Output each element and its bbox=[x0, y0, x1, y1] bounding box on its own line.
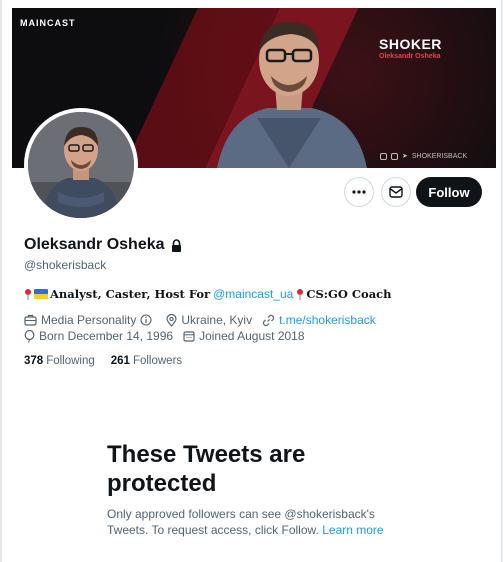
info-icon[interactable] bbox=[140, 314, 152, 326]
location-item: Ukraine, Kyiv bbox=[166, 313, 252, 327]
profile-meta-row: Media Personality Ukraine, Kyiv t.me/sho… bbox=[24, 313, 386, 327]
profile-bio: Analyst, Caster, Host For @maincast_ua C… bbox=[24, 287, 392, 301]
protected-notice: These Tweets are protected Only approved… bbox=[107, 440, 407, 538]
twitch-icon bbox=[391, 152, 398, 160]
pin-icon bbox=[25, 288, 31, 300]
profile-meta-row: Born December 14, 1996 Joined August 201… bbox=[24, 329, 315, 343]
protected-title: These Tweets are protected bbox=[107, 441, 306, 497]
avatar[interactable] bbox=[24, 108, 138, 222]
followers-count: 261 bbox=[110, 355, 130, 367]
mail-icon bbox=[389, 186, 403, 198]
ellipsis-icon bbox=[352, 190, 366, 194]
briefcase-icon bbox=[24, 314, 37, 326]
banner-title: SHOKER bbox=[379, 36, 442, 52]
message-button[interactable] bbox=[381, 177, 411, 207]
telegram-icon: ➤ bbox=[402, 153, 408, 160]
location-text: Ukraine, Kyiv bbox=[181, 313, 253, 327]
calendar-icon bbox=[183, 331, 195, 342]
balloon-icon bbox=[24, 329, 35, 343]
link-icon bbox=[263, 314, 275, 326]
bio-mention-link[interactable]: @maincast_ua bbox=[213, 287, 293, 301]
category-text: Media Personality bbox=[41, 313, 137, 327]
banner-logo: MAINCAST bbox=[20, 18, 76, 28]
joined-text: Joined August 2018 bbox=[199, 329, 305, 343]
bio-coach: CS:GO Coach bbox=[306, 287, 392, 301]
joined-item: Joined August 2018 bbox=[183, 329, 305, 343]
avatar-person-image bbox=[28, 112, 134, 218]
instagram-icon bbox=[380, 152, 387, 160]
follow-stats: 378 Following 261 Followers bbox=[24, 355, 182, 367]
birthday-item: Born December 14, 1996 bbox=[24, 329, 173, 343]
protected-text: Only approved followers can see @shokeri… bbox=[107, 506, 407, 538]
bio-role: Analyst, Caster, Host For bbox=[50, 287, 211, 301]
banner-person-image bbox=[217, 21, 367, 168]
website-item: t.me/shokerisback bbox=[262, 313, 376, 327]
born-text: Born December 14, 1996 bbox=[39, 329, 174, 343]
banner-socials-handle: SHOKERISBACK bbox=[411, 152, 468, 160]
following-count: 378 bbox=[24, 355, 44, 367]
website-link[interactable]: t.me/shokerisback bbox=[279, 313, 376, 327]
follow-button[interactable]: Follow bbox=[416, 177, 482, 207]
followers-link[interactable]: 261 Followers bbox=[111, 355, 182, 367]
banner-socials: ➤ SHOKERISBACK bbox=[380, 152, 467, 160]
pin-icon bbox=[297, 288, 304, 300]
following-label: Following bbox=[46, 355, 95, 367]
lock-icon bbox=[171, 238, 181, 252]
followers-label: Followers bbox=[132, 355, 183, 367]
profile-name: Oleksandr Osheka bbox=[24, 236, 182, 254]
profile-handle: @shokerisback bbox=[24, 258, 107, 272]
more-options-button[interactable] bbox=[344, 177, 374, 207]
banner-subtitle: Oleksandr Osheka bbox=[379, 53, 441, 60]
category-item: Media Personality bbox=[24, 313, 156, 327]
location-pin-icon bbox=[166, 313, 177, 327]
ukraine-flag-icon bbox=[34, 289, 48, 299]
learn-more-link[interactable]: Learn more bbox=[322, 523, 383, 537]
avatar-image bbox=[28, 112, 134, 218]
display-name: Oleksandr Osheka bbox=[24, 236, 165, 253]
following-link[interactable]: 378 Following bbox=[24, 355, 95, 367]
